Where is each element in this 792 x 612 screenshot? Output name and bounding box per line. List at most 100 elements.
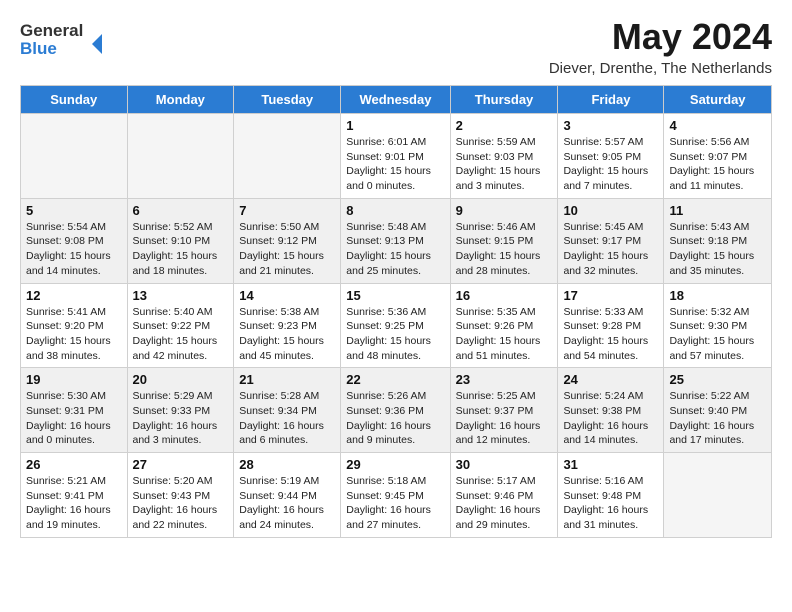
day-info: Sunrise: 5:33 AM Sunset: 9:28 PM Dayligh… <box>563 305 658 364</box>
day-number: 8 <box>346 203 444 218</box>
day-number: 7 <box>239 203 335 218</box>
table-row: 25Sunrise: 5:22 AM Sunset: 9:40 PM Dayli… <box>664 368 772 453</box>
day-number: 28 <box>239 457 335 472</box>
day-info: Sunrise: 5:18 AM Sunset: 9:45 PM Dayligh… <box>346 474 444 533</box>
calendar-week-row: 26 Sunrise: 5:21 AM Sunset: 9:41 PM Dayli… <box>21 453 772 538</box>
col-friday: Friday <box>558 86 664 114</box>
col-wednesday: Wednesday <box>341 86 450 114</box>
day-number: 15 <box>346 288 444 303</box>
table-row: 1Sunrise: 6:01 AM Sunset: 9:01 PM Daylig… <box>341 114 450 199</box>
day-info: Sunrise: 5:36 AM Sunset: 9:25 PM Dayligh… <box>346 305 444 364</box>
day-info: Sunrise: 5:21 AM Sunset: 9:41 PM Dayligh… <box>26 474 122 533</box>
calendar-week-row: 1Sunrise: 6:01 AM Sunset: 9:01 PM Daylig… <box>21 114 772 199</box>
day-info: Sunrise: 5:59 AM Sunset: 9:03 PM Dayligh… <box>456 135 553 194</box>
svg-text:Blue: Blue <box>20 39 57 58</box>
day-info: Sunrise: 5:25 AM Sunset: 9:37 PM Dayligh… <box>456 389 553 448</box>
day-number: 18 <box>669 288 766 303</box>
table-row <box>21 114 128 199</box>
table-row: 16 Sunrise: 5:35 AM Sunset: 9:26 PM Dayli… <box>450 283 558 368</box>
table-row: 6Sunrise: 5:52 AM Sunset: 9:10 PM Daylig… <box>127 198 234 283</box>
day-number: 12 <box>26 288 122 303</box>
table-row: 8 Sunrise: 5:48 AM Sunset: 9:13 PM Daylig… <box>341 198 450 283</box>
day-number: 5 <box>26 203 122 218</box>
table-row <box>664 453 772 538</box>
day-number: 26 <box>26 457 122 472</box>
title-block: May 2024 Diever, Drenthe, The Netherland… <box>549 16 772 77</box>
table-row: 27Sunrise: 5:20 AM Sunset: 9:43 PM Dayli… <box>127 453 234 538</box>
day-info: Sunrise: 5:30 AM Sunset: 9:31 PM Dayligh… <box>26 389 122 448</box>
logo: General Blue <box>20 16 110 60</box>
day-info: Sunrise: 5:54 AM Sunset: 9:08 PM Dayligh… <box>26 220 122 279</box>
calendar-week-row: 12 Sunrise: 5:41 AM Sunset: 9:20 PM Dayli… <box>21 283 772 368</box>
day-number: 16 <box>456 288 553 303</box>
table-row <box>127 114 234 199</box>
col-thursday: Thursday <box>450 86 558 114</box>
table-row: 21Sunrise: 5:28 AM Sunset: 9:34 PM Dayli… <box>234 368 341 453</box>
day-info: Sunrise: 5:41 AM Sunset: 9:20 PM Dayligh… <box>26 305 122 364</box>
table-row: 23 Sunrise: 5:25 AM Sunset: 9:37 PM Dayli… <box>450 368 558 453</box>
month-year: May 2024 <box>549 16 772 58</box>
table-row: 9Sunrise: 5:46 AM Sunset: 9:15 PM Daylig… <box>450 198 558 283</box>
page: General Blue May 2024 Diever, Drenthe, T… <box>0 0 792 558</box>
svg-text:General: General <box>20 21 83 40</box>
table-row: 12 Sunrise: 5:41 AM Sunset: 9:20 PM Dayli… <box>21 283 128 368</box>
day-number: 22 <box>346 372 444 387</box>
day-info: Sunrise: 5:38 AM Sunset: 9:23 PM Dayligh… <box>239 305 335 364</box>
day-number: 20 <box>133 372 229 387</box>
table-row: 2 Sunrise: 5:59 AM Sunset: 9:03 PM Daylig… <box>450 114 558 199</box>
day-info: Sunrise: 5:26 AM Sunset: 9:36 PM Dayligh… <box>346 389 444 448</box>
table-row: 29 Sunrise: 5:18 AM Sunset: 9:45 PM Dayli… <box>341 453 450 538</box>
day-number: 2 <box>456 118 553 133</box>
day-info: Sunrise: 5:45 AM Sunset: 9:17 PM Dayligh… <box>563 220 658 279</box>
table-row: 13 Sunrise: 5:40 AM Sunset: 9:22 PM Dayli… <box>127 283 234 368</box>
day-number: 13 <box>133 288 229 303</box>
day-info: Sunrise: 5:16 AM Sunset: 9:48 PM Dayligh… <box>563 474 658 533</box>
day-info: Sunrise: 5:32 AM Sunset: 9:30 PM Dayligh… <box>669 305 766 364</box>
day-info: Sunrise: 6:01 AM Sunset: 9:01 PM Dayligh… <box>346 135 444 194</box>
table-row: 17Sunrise: 5:33 AM Sunset: 9:28 PM Dayli… <box>558 283 664 368</box>
table-row: 24 Sunrise: 5:24 AM Sunset: 9:38 PM Dayli… <box>558 368 664 453</box>
day-info: Sunrise: 5:48 AM Sunset: 9:13 PM Dayligh… <box>346 220 444 279</box>
day-number: 23 <box>456 372 553 387</box>
table-row: 5 Sunrise: 5:54 AM Sunset: 9:08 PM Daylig… <box>21 198 128 283</box>
header: General Blue May 2024 Diever, Drenthe, T… <box>20 16 772 77</box>
col-tuesday: Tuesday <box>234 86 341 114</box>
day-info: Sunrise: 5:17 AM Sunset: 9:46 PM Dayligh… <box>456 474 553 533</box>
table-row: 3Sunrise: 5:57 AM Sunset: 9:05 PM Daylig… <box>558 114 664 199</box>
table-row: 20 Sunrise: 5:29 AM Sunset: 9:33 PM Dayli… <box>127 368 234 453</box>
day-number: 6 <box>133 203 229 218</box>
day-info: Sunrise: 5:40 AM Sunset: 9:22 PM Dayligh… <box>133 305 229 364</box>
col-monday: Monday <box>127 86 234 114</box>
day-info: Sunrise: 5:43 AM Sunset: 9:18 PM Dayligh… <box>669 220 766 279</box>
day-info: Sunrise: 5:22 AM Sunset: 9:40 PM Dayligh… <box>669 389 766 448</box>
day-info: Sunrise: 5:35 AM Sunset: 9:26 PM Dayligh… <box>456 305 553 364</box>
table-row: 26 Sunrise: 5:21 AM Sunset: 9:41 PM Dayli… <box>21 453 128 538</box>
day-number: 3 <box>563 118 658 133</box>
day-info: Sunrise: 5:29 AM Sunset: 9:33 PM Dayligh… <box>133 389 229 448</box>
day-number: 4 <box>669 118 766 133</box>
table-row: 28Sunrise: 5:19 AM Sunset: 9:44 PM Dayli… <box>234 453 341 538</box>
day-number: 21 <box>239 372 335 387</box>
table-row: 7Sunrise: 5:50 AM Sunset: 9:12 PM Daylig… <box>234 198 341 283</box>
day-number: 24 <box>563 372 658 387</box>
table-row: 4 Sunrise: 5:56 AM Sunset: 9:07 PM Daylig… <box>664 114 772 199</box>
day-number: 27 <box>133 457 229 472</box>
col-saturday: Saturday <box>664 86 772 114</box>
location: Diever, Drenthe, The Netherlands <box>549 60 772 77</box>
table-row: 22 Sunrise: 5:26 AM Sunset: 9:36 PM Dayli… <box>341 368 450 453</box>
table-row: 10 Sunrise: 5:45 AM Sunset: 9:17 PM Dayli… <box>558 198 664 283</box>
day-number: 29 <box>346 457 444 472</box>
table-row: 11Sunrise: 5:43 AM Sunset: 9:18 PM Dayli… <box>664 198 772 283</box>
table-row: 31Sunrise: 5:16 AM Sunset: 9:48 PM Dayli… <box>558 453 664 538</box>
day-number: 14 <box>239 288 335 303</box>
table-row: 18 Sunrise: 5:32 AM Sunset: 9:30 PM Dayli… <box>664 283 772 368</box>
calendar-week-row: 19Sunrise: 5:30 AM Sunset: 9:31 PM Dayli… <box>21 368 772 453</box>
table-row: 30Sunrise: 5:17 AM Sunset: 9:46 PM Dayli… <box>450 453 558 538</box>
day-info: Sunrise: 5:24 AM Sunset: 9:38 PM Dayligh… <box>563 389 658 448</box>
day-number: 10 <box>563 203 658 218</box>
table-row <box>234 114 341 199</box>
calendar-week-row: 5 Sunrise: 5:54 AM Sunset: 9:08 PM Daylig… <box>21 198 772 283</box>
day-info: Sunrise: 5:56 AM Sunset: 9:07 PM Dayligh… <box>669 135 766 194</box>
table-row: 15 Sunrise: 5:36 AM Sunset: 9:25 PM Dayli… <box>341 283 450 368</box>
col-sunday: Sunday <box>21 86 128 114</box>
